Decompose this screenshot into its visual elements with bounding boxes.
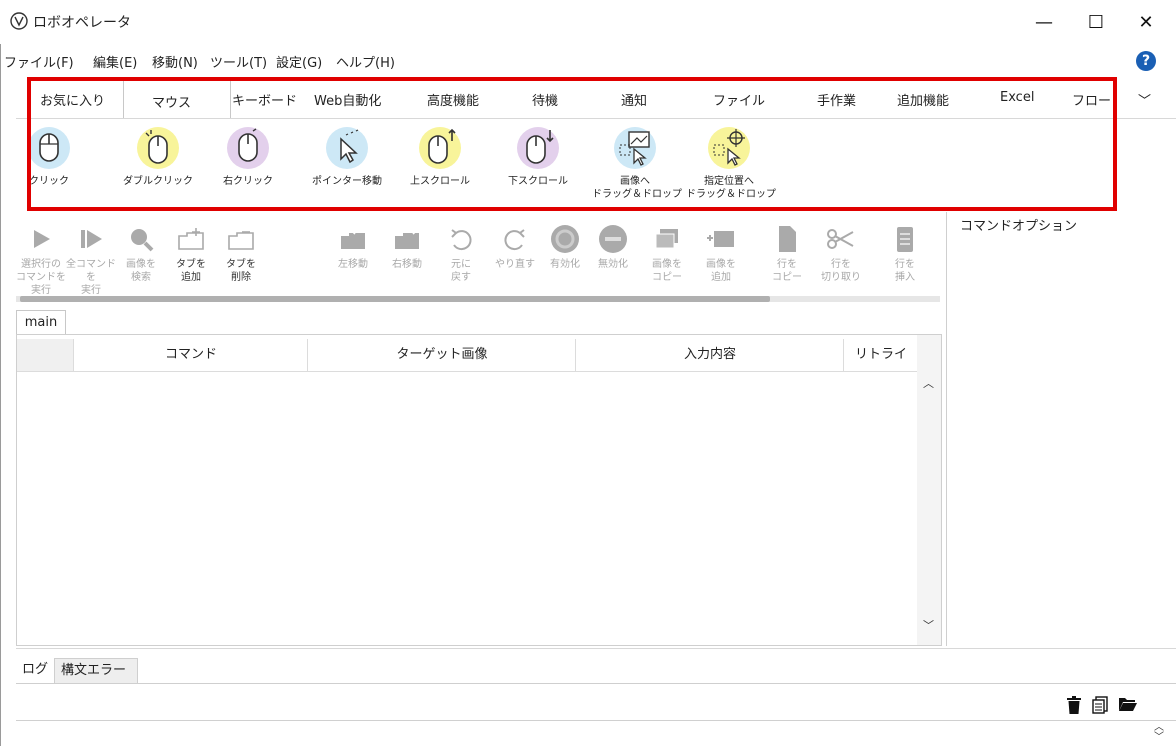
run-selected-icon [16,222,66,256]
scrollbar-thumb[interactable] [20,296,770,302]
copy-image-icon [642,222,692,256]
copy-image-button[interactable]: 画像を コピー [642,222,692,284]
menu-help[interactable]: ヘルプ(H) [336,52,395,71]
menu-bar: ファイル(F) 編集(E) 移動(N) ツール(T) 設定(G) ヘルプ(H) [0,48,1176,74]
enable-icon [540,222,590,256]
close-button[interactable]: ✕ [1126,8,1166,36]
copy-log-icon[interactable] [1092,696,1108,719]
add-tab-icon [166,222,216,256]
ribbon-overflow-icon[interactable]: ﹀ [1138,90,1151,109]
app-window: ロボオペレータ — ☐ ✕ ファイル(F) 編集(E) 移動(N) ツール(T)… [0,0,1176,746]
run-selected-button[interactable]: 選択行の コマンドを実行 [16,222,66,297]
cut-row-icon [816,222,866,256]
disable-button[interactable]: 無効化 [588,222,638,271]
column-retry[interactable]: リトライ [843,339,918,371]
command-grid[interactable]: コマンド ターゲット画像 入力内容 リトライ ︿ ﹀ [16,334,942,646]
log-divider [16,648,1176,649]
log-scroll-icon[interactable]: ︿ ﹀ [1154,723,1164,743]
scroll-down-arrow-icon[interactable]: ﹀ [923,617,934,633]
minimize-button[interactable]: — [1024,8,1064,36]
tab-log[interactable]: ログ [16,658,58,682]
command-options-label: コマンドオプション [960,219,1078,234]
move-left-icon [328,222,378,256]
window-border [0,44,1,746]
redo-button[interactable]: やり直す [490,222,540,271]
undo-button[interactable]: 元に 戻す [436,222,486,284]
toolbar-scrollbar[interactable] [16,296,940,302]
grid-scrollbar[interactable]: ︿ ﹀ [917,335,941,645]
insert-row-button[interactable]: 行を 挿入 [880,222,930,284]
move-right-button[interactable]: 右移動 [382,222,432,271]
copy-row-button[interactable]: 行を コピー [762,222,812,284]
insert-row-icon [880,222,930,256]
column-command[interactable]: コマンド [73,339,308,371]
menu-tools[interactable]: ツール(T) [210,52,267,71]
copy-row-icon [762,222,812,256]
undo-icon [436,222,486,256]
column-target-image[interactable]: ターゲット画像 [307,339,576,371]
add-tab-button[interactable]: タブを 追加 [166,222,216,284]
run-all-button[interactable]: 全コマンドを 実行 [66,222,116,297]
add-image-button[interactable]: 画像を 追加 [696,222,746,284]
tab-syntax-error[interactable]: 構文エラー [54,658,138,683]
grid-corner [17,339,73,371]
title-bar[interactable]: ロボオペレータ — ☐ ✕ [0,0,1176,44]
log-output[interactable]: ︿ ﹀ [16,720,1176,748]
delete-tab-icon [216,222,266,256]
move-right-icon [382,222,432,256]
menu-settings[interactable]: 設定(G) [276,52,322,71]
tab-main[interactable]: main [16,310,66,335]
log-panel: ︿ ﹀ [16,683,1176,747]
delete-tab-button[interactable]: タブを 削除 [216,222,266,284]
redo-icon [490,222,540,256]
app-logo-icon [10,12,28,30]
command-toolbar: 選択行の コマンドを実行 全コマンドを 実行 画像を 検索 タブを 追加 タブを 削除 左… [16,216,946,298]
menu-edit[interactable]: 編集(E) [93,52,137,71]
run-all-icon [66,222,116,256]
scroll-up-arrow-icon[interactable]: ︿ [923,375,934,391]
cut-row-button[interactable]: 行を 切り取り [816,222,866,284]
trash-icon[interactable] [1066,696,1082,719]
add-image-icon [696,222,746,256]
search-image-icon [116,222,166,256]
maximize-button[interactable]: ☐ [1076,8,1116,36]
search-image-button[interactable]: 画像を 検索 [116,222,166,284]
window-title: ロボオペレータ [33,15,131,31]
enable-button[interactable]: 有効化 [540,222,590,271]
disable-icon [588,222,638,256]
grid-header: コマンド ターゲット画像 入力内容 リトライ [17,339,917,372]
help-icon[interactable]: ? [1136,51,1156,71]
column-input[interactable]: 入力内容 [575,339,844,371]
move-left-button[interactable]: 左移動 [328,222,378,271]
folder-icon[interactable] [1118,696,1138,717]
menu-file[interactable]: ファイル(F) [4,52,74,71]
pane-divider[interactable] [946,212,947,646]
menu-navigate[interactable]: 移動(N) [152,52,198,71]
highlight-box [27,77,1117,211]
